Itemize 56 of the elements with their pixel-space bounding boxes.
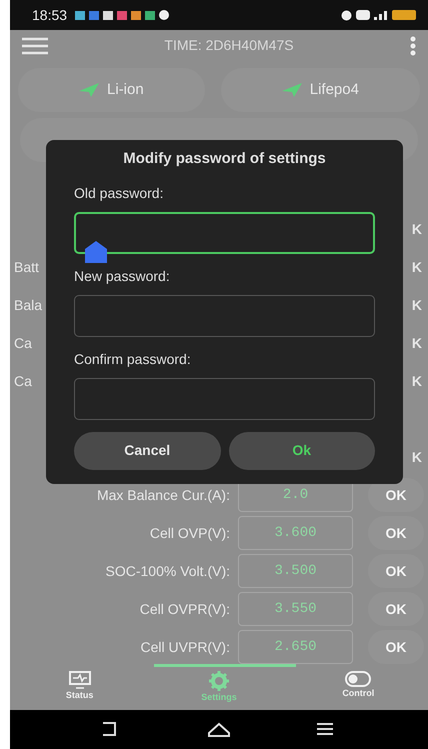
- setting-label: Max Balance Cur.(A):: [96, 486, 231, 505]
- ok-button[interactable]: K: [412, 446, 422, 468]
- battery-icon: [392, 10, 416, 20]
- more-icon[interactable]: [410, 34, 416, 56]
- password-field[interactable]: [74, 294, 375, 336]
- settings-icon: [208, 671, 229, 691]
- setting-label: SOC-100% Volt.(V):: [104, 562, 231, 581]
- value-field[interactable]: 3.600: [238, 516, 353, 550]
- notification-icon: [117, 10, 128, 20]
- monitor-icon: [68, 671, 91, 689]
- signal-icon: [374, 10, 388, 20]
- uptime-title: TIME: 2D6H40M47S: [163, 36, 295, 54]
- clock-time: 18:53: [32, 6, 68, 24]
- notification-icon: [145, 10, 156, 20]
- ok-button[interactable]: Ok: [228, 432, 375, 470]
- ok-button[interactable]: K: [412, 332, 422, 354]
- notification-icon: [131, 10, 142, 20]
- setting-label: Ca: [13, 334, 32, 352]
- ok-button[interactable]: K: [412, 256, 422, 278]
- ok-button[interactable]: K: [412, 370, 422, 392]
- nav-tab[interactable]: Settings: [149, 670, 289, 710]
- ok-button[interactable]: OK: [368, 630, 424, 664]
- chat-bubble-icon: [159, 10, 170, 20]
- toggle-icon: [345, 671, 372, 687]
- setting-label: Cell UVPR(V):: [140, 638, 231, 657]
- ok-button[interactable]: OK: [368, 478, 424, 512]
- ok-button[interactable]: OK: [368, 516, 424, 550]
- value-field[interactable]: 3.500: [238, 554, 353, 588]
- battery-type-button[interactable]: Li-ion: [18, 68, 205, 112]
- field-label: Old password:: [74, 184, 164, 200]
- setting-label: Ca: [13, 372, 32, 390]
- notification-icon: [103, 10, 114, 20]
- ok-button[interactable]: OK: [368, 592, 424, 626]
- setting-label: Bala: [13, 296, 42, 314]
- ok-button[interactable]: OK: [368, 554, 424, 588]
- setting-label: Cell OVPR(V):: [138, 600, 231, 619]
- alarm-icon: [341, 10, 352, 20]
- password-field[interactable]: [74, 378, 375, 420]
- password-field[interactable]: [74, 212, 375, 254]
- ok-button[interactable]: K: [412, 218, 422, 240]
- field-label: Confirm password:: [74, 350, 191, 366]
- nav-tab[interactable]: Status: [10, 670, 150, 710]
- hd-icon: [356, 10, 370, 20]
- battery-type-button[interactable]: Lifepo4: [220, 68, 420, 112]
- notification-icon: [75, 10, 86, 20]
- value-field[interactable]: 2.650: [238, 630, 353, 664]
- notification-icon: [89, 10, 100, 20]
- nav-tab[interactable]: Control: [288, 670, 428, 710]
- field-label: New password:: [74, 268, 170, 284]
- ok-button[interactable]: K: [412, 294, 422, 316]
- touch-indicator-icon: [85, 240, 107, 264]
- cancel-button[interactable]: Cancel: [74, 432, 220, 470]
- value-field[interactable]: 3.550: [238, 592, 353, 626]
- setting-label: Batt: [13, 258, 39, 276]
- setting-label: Cell OVP(V):: [148, 524, 231, 543]
- dialog-title: Modify password of settings: [123, 150, 326, 167]
